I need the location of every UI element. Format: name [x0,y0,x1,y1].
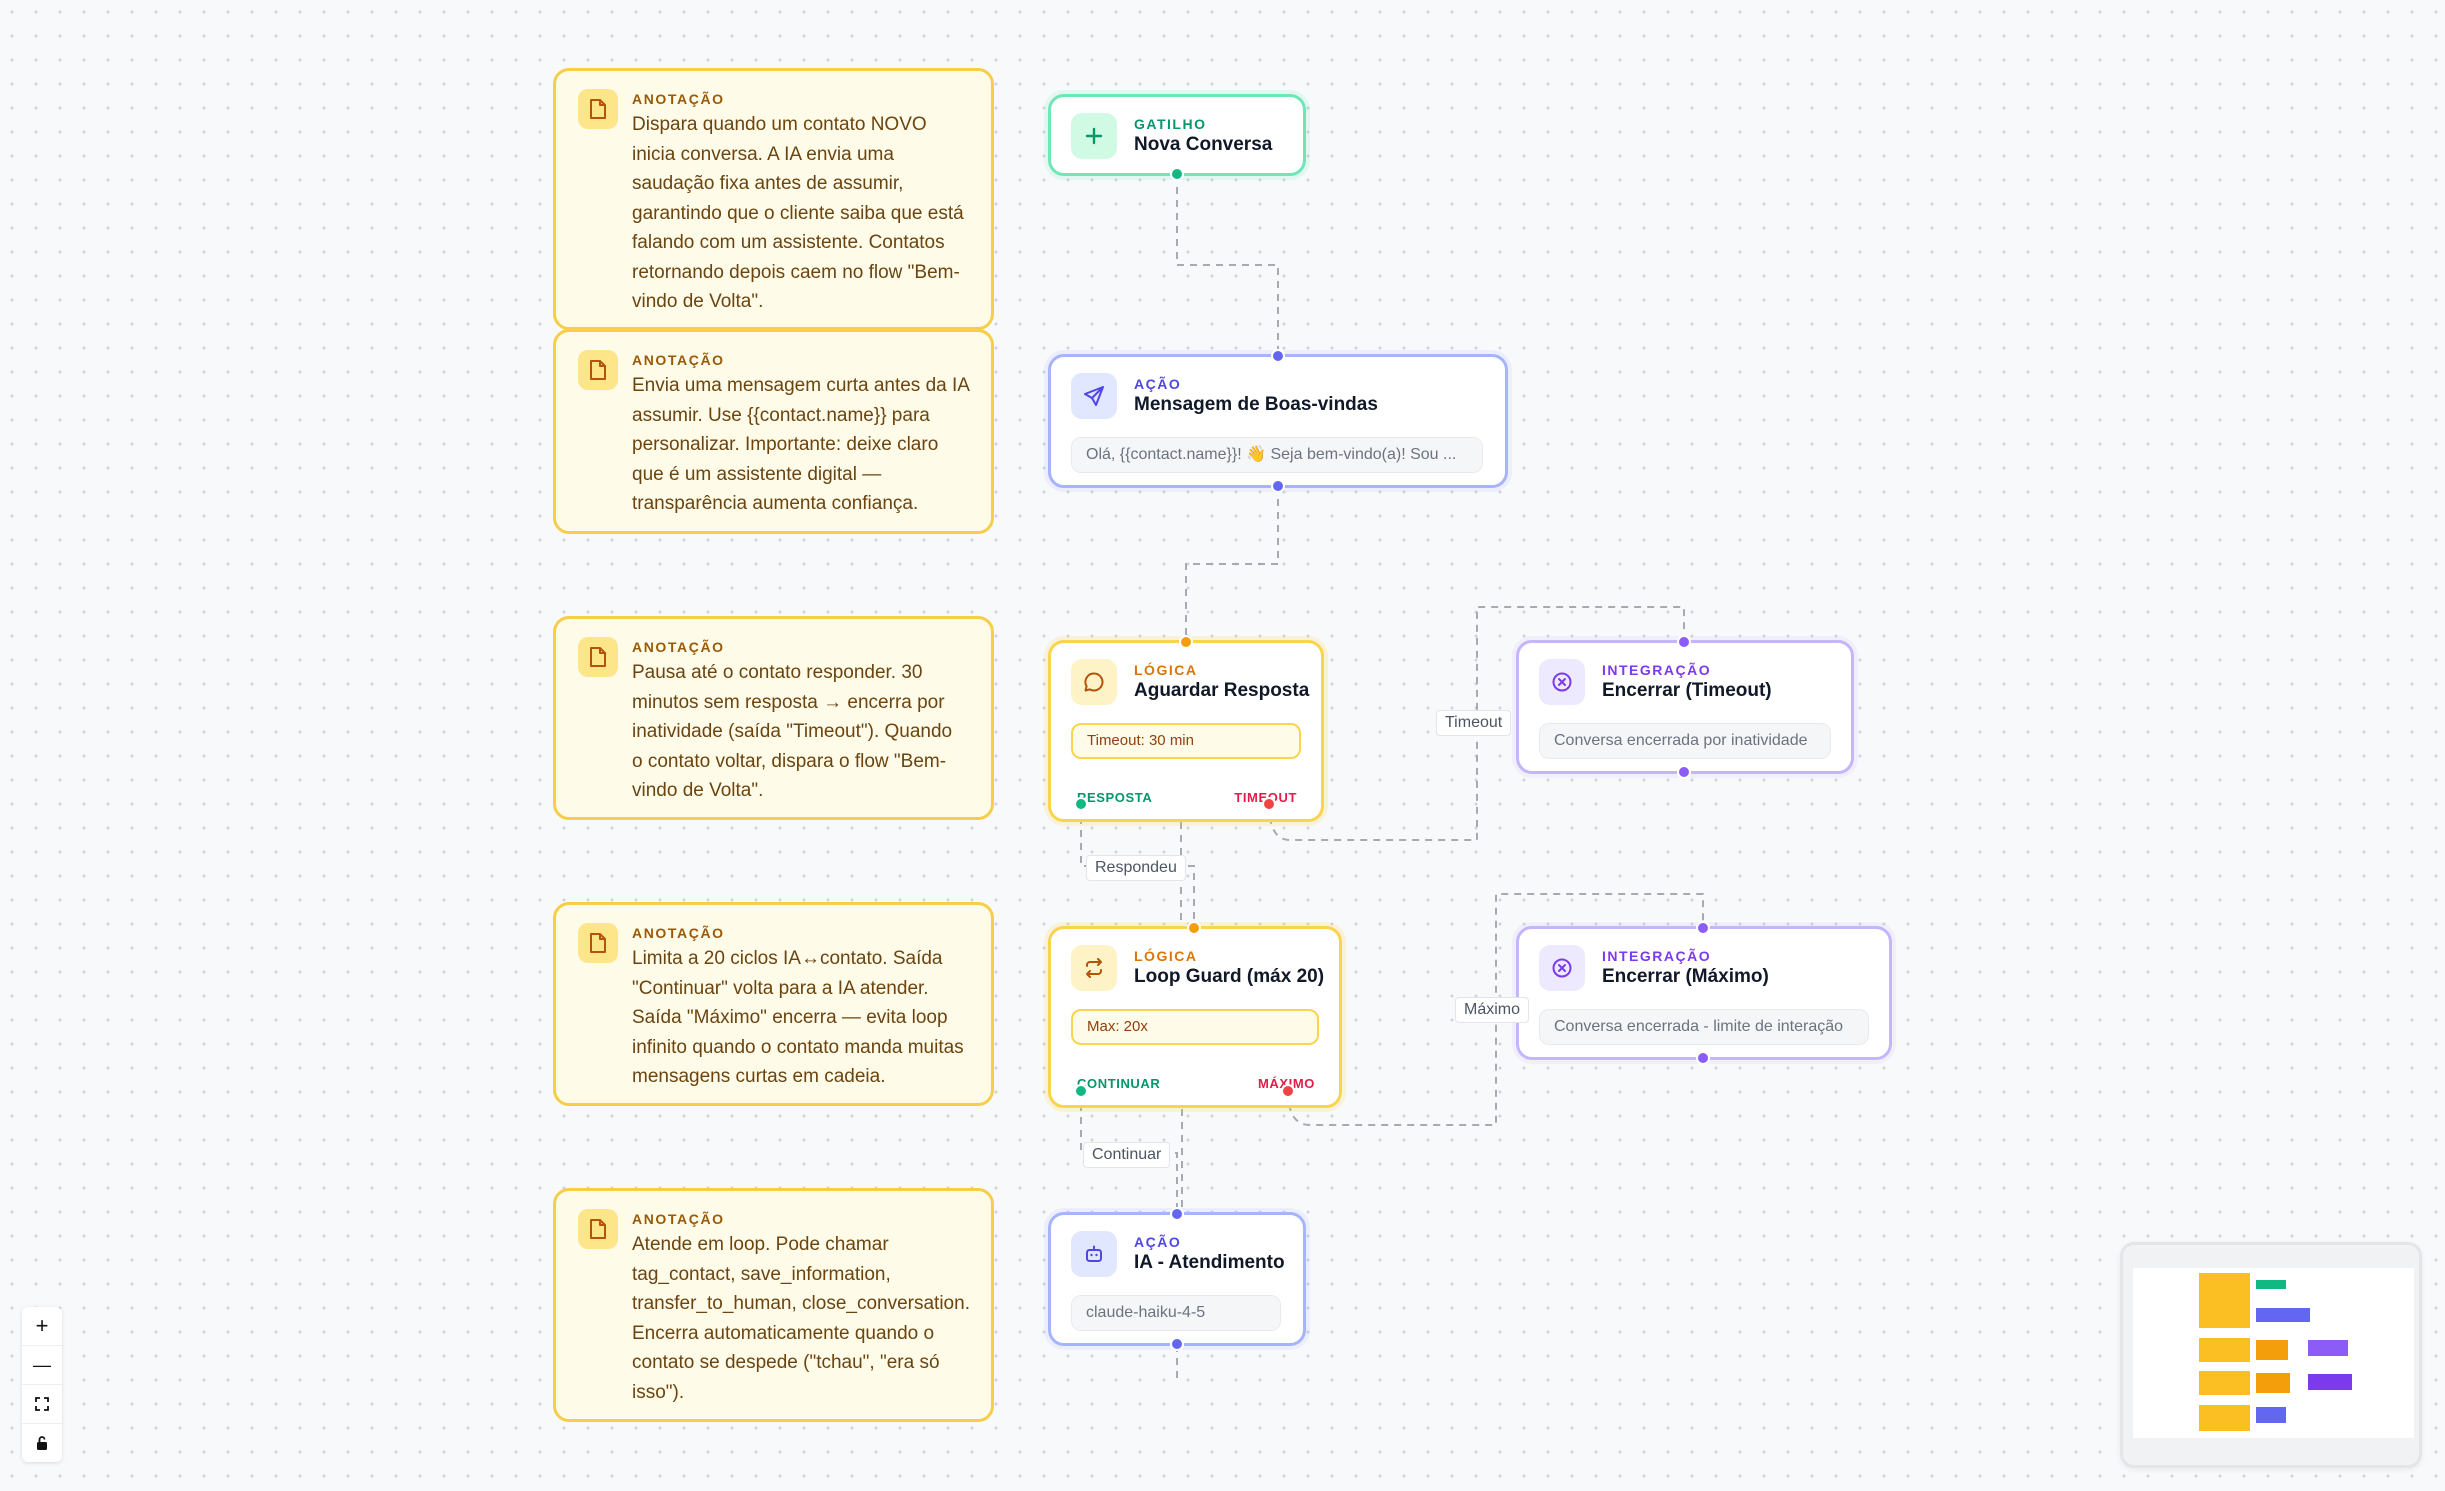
minimap[interactable] [2120,1242,2422,1468]
fit-view-icon [35,1397,49,1411]
plus-icon [1071,113,1117,159]
annotation-text: Limita a 20 ciclos IA↔contato. Saída "Co… [632,948,964,1087]
x-circle-icon [1539,945,1585,991]
minimap-annotation [2199,1371,2250,1395]
node-loop-guard[interactable]: LÓGICA Loop Guard (máx 20) Max: 20x CONT… [1048,926,1342,1108]
exit-label-timeout: TIMEOUT [1234,790,1297,805]
annotation-text: Atende em loop. Pode chamar tag_contact,… [632,1234,970,1403]
node-title: Nova Conversa [1134,134,1273,155]
bot-icon [1071,1231,1117,1277]
canvas-controls: + — [22,1307,62,1462]
annotation-label: ANOTAÇÃO [632,639,725,655]
minimap-viewport [2133,1268,2414,1438]
minimap-node-welcome [2256,1308,2310,1322]
lock-button[interactable] [22,1424,62,1462]
node-kind: LÓGICA [1134,948,1198,964]
exit-label-maximo: MÁXIMO [1257,1076,1315,1091]
file-icon [578,923,618,963]
node-kind: GATILHO [1134,116,1207,132]
lock-icon [37,1436,47,1450]
node-title: Loop Guard (máx 20) [1134,966,1325,987]
edge-welcome-to-wait [1185,486,1279,642]
exit-label-continuar: CONTINUAR [1077,1076,1161,1091]
minimap-node-timeout-end [2308,1340,2348,1356]
file-icon [578,350,618,390]
minimap-annotation [2199,1338,2250,1362]
annotation-label: ANOTAÇÃO [632,1211,725,1227]
zoom-in-button[interactable]: + [22,1307,62,1346]
edge-label-continuar[interactable]: Continuar [1083,1142,1171,1168]
flow-canvas[interactable]: ANOTAÇÃO Dispara quando um contato NOVO … [0,0,2445,1491]
node-description: Conversa encerrada por inatividade [1539,723,1831,759]
annotation-label: ANOTAÇÃO [632,925,725,941]
node-trigger-nova-conversa[interactable]: GATILHO Nova Conversa [1048,94,1306,176]
edge-label-timeout[interactable]: Timeout [1436,710,1512,736]
minimap-annotation [2199,1405,2250,1431]
annotation-label: ANOTAÇÃO [632,352,725,368]
node-title: Encerrar (Máximo) [1602,966,1769,987]
annotation-note[interactable]: ANOTAÇÃO Atende em loop. Pode chamar tag… [553,1188,994,1422]
minimap-node-max-end [2308,1374,2352,1390]
node-title: IA - Atendimento [1134,1252,1285,1273]
fit-view-button[interactable] [22,1385,62,1424]
edge-label-maximo[interactable]: Máximo [1455,997,1530,1023]
node-title: Mensagem de Boas-vindas [1134,394,1378,415]
node-end-maximo[interactable]: INTEGRAÇÃO Encerrar (Máximo) Conversa en… [1516,926,1892,1060]
x-circle-icon [1539,659,1585,705]
node-kind: INTEGRAÇÃO [1602,662,1712,678]
node-max-setting: Max: 20x [1071,1009,1319,1045]
send-icon [1071,373,1117,419]
minimap-annotation [2199,1273,2250,1328]
node-title: Aguardar Resposta [1134,680,1310,701]
minimap-node-wait [2256,1340,2288,1360]
zoom-out-button[interactable]: — [22,1346,62,1385]
file-icon [578,1209,618,1249]
annotation-label: ANOTAÇÃO [632,91,725,107]
node-end-timeout[interactable]: INTEGRAÇÃO Encerrar (Timeout) Conversa e… [1516,640,1854,774]
node-ai-atendimento[interactable]: AÇÃO IA - Atendimento claude-haiku-4-5 [1048,1212,1306,1346]
annotation-note[interactable]: ANOTAÇÃO Envia uma mensagem curta antes … [553,329,994,534]
node-description: Conversa encerrada - limite de interação [1539,1009,1869,1045]
node-kind: INTEGRAÇÃO [1602,948,1712,964]
annotation-text: Dispara quando um contato NOVO inicia co… [632,114,964,312]
message-circle-icon [1071,659,1117,705]
repeat-icon [1071,945,1117,991]
node-message-preview: Olá, {{contact.name}}! 👋 Seja bem-vindo(… [1071,437,1483,473]
node-model-name: claude-haiku-4-5 [1071,1295,1281,1331]
minimap-node-ai [2256,1407,2286,1423]
node-kind: AÇÃO [1134,1234,1182,1250]
annotation-text: Envia uma mensagem curta antes da IA ass… [632,375,970,514]
file-icon [578,89,618,129]
node-welcome-message[interactable]: AÇÃO Mensagem de Boas-vindas Olá, {{cont… [1048,354,1508,488]
node-timeout-setting: Timeout: 30 min [1071,723,1301,759]
minimap-node-trigger [2256,1280,2286,1289]
file-icon [578,637,618,677]
annotation-note[interactable]: ANOTAÇÃO Limita a 20 ciclos IA↔contato. … [553,902,994,1106]
node-title: Encerrar (Timeout) [1602,680,1772,701]
annotation-text: Pausa até o contato responder. 30 minuto… [632,662,953,801]
edge-trigger-to-welcome [1176,174,1279,356]
node-kind: LÓGICA [1134,662,1198,678]
edge-label-respondeu[interactable]: Respondeu [1086,855,1186,881]
node-kind: AÇÃO [1134,376,1182,392]
node-wait-response[interactable]: LÓGICA Aguardar Resposta Timeout: 30 min… [1048,640,1324,822]
annotation-note[interactable]: ANOTAÇÃO Dispara quando um contato NOVO … [553,68,994,330]
exit-label-resposta: RESPOSTA [1077,790,1153,805]
annotation-note[interactable]: ANOTAÇÃO Pausa até o contato responder. … [553,616,994,820]
minimap-node-loop [2256,1373,2290,1393]
